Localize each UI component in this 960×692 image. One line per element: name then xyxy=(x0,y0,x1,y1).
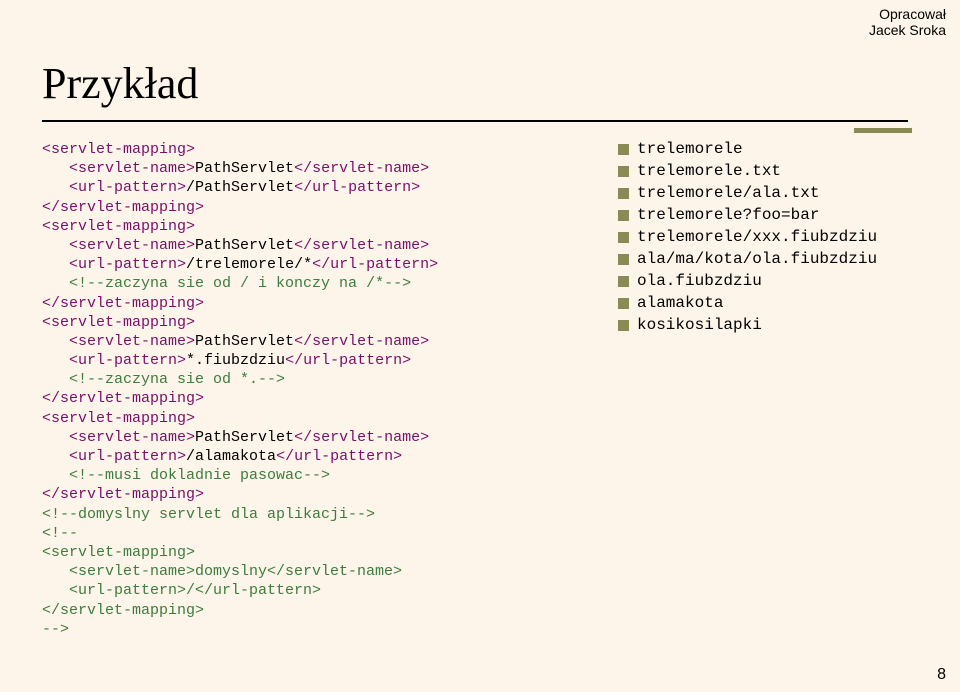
bullet-icon xyxy=(618,144,629,155)
list-item-label: kosikosilapki xyxy=(637,316,762,334)
attribution: Opracował Jacek Sroka xyxy=(869,6,946,38)
title-underline xyxy=(42,120,908,122)
list-item: trelemorele xyxy=(618,140,877,158)
bullet-icon xyxy=(618,188,629,199)
list-item-label: trelemorele xyxy=(637,140,743,158)
bullet-icon xyxy=(618,320,629,331)
code-block: <servlet-mapping> <servlet-name>PathServ… xyxy=(42,140,438,639)
url-list: trelemorele trelemorele.txt trelemorele/al… xyxy=(618,140,877,338)
list-item: trelemorele.txt xyxy=(618,162,877,180)
page-number: 8 xyxy=(937,666,946,684)
list-item: alamakota xyxy=(618,294,877,312)
attribution-line1: Opracował xyxy=(869,6,946,22)
list-item-label: alamakota xyxy=(637,294,723,312)
list-item-label: ola.fiubzdziu xyxy=(637,272,762,290)
list-item: ola.fiubzdziu xyxy=(618,272,877,290)
attribution-line2: Jacek Sroka xyxy=(869,22,946,38)
bullet-icon xyxy=(618,254,629,265)
bullet-icon xyxy=(618,166,629,177)
list-item-label: ala/ma/kota/ola.fiubzdziu xyxy=(637,250,877,268)
bullet-icon xyxy=(618,298,629,309)
bullet-icon xyxy=(618,210,629,221)
list-item: kosikosilapki xyxy=(618,316,877,334)
slide-title: Przykład xyxy=(42,58,198,109)
list-item-label: trelemorele.txt xyxy=(637,162,781,180)
list-item-label: trelemorele/ala.txt xyxy=(637,184,819,202)
accent-bar xyxy=(854,128,912,133)
bullet-icon xyxy=(618,232,629,243)
list-item-label: trelemorele/xxx.fiubzdziu xyxy=(637,228,877,246)
list-item: trelemorele/ala.txt xyxy=(618,184,877,202)
list-item-label: trelemorele?foo=bar xyxy=(637,206,819,224)
list-item: trelemorele/xxx.fiubzdziu xyxy=(618,228,877,246)
list-item: ala/ma/kota/ola.fiubzdziu xyxy=(618,250,877,268)
list-item: trelemorele?foo=bar xyxy=(618,206,877,224)
bullet-icon xyxy=(618,276,629,287)
